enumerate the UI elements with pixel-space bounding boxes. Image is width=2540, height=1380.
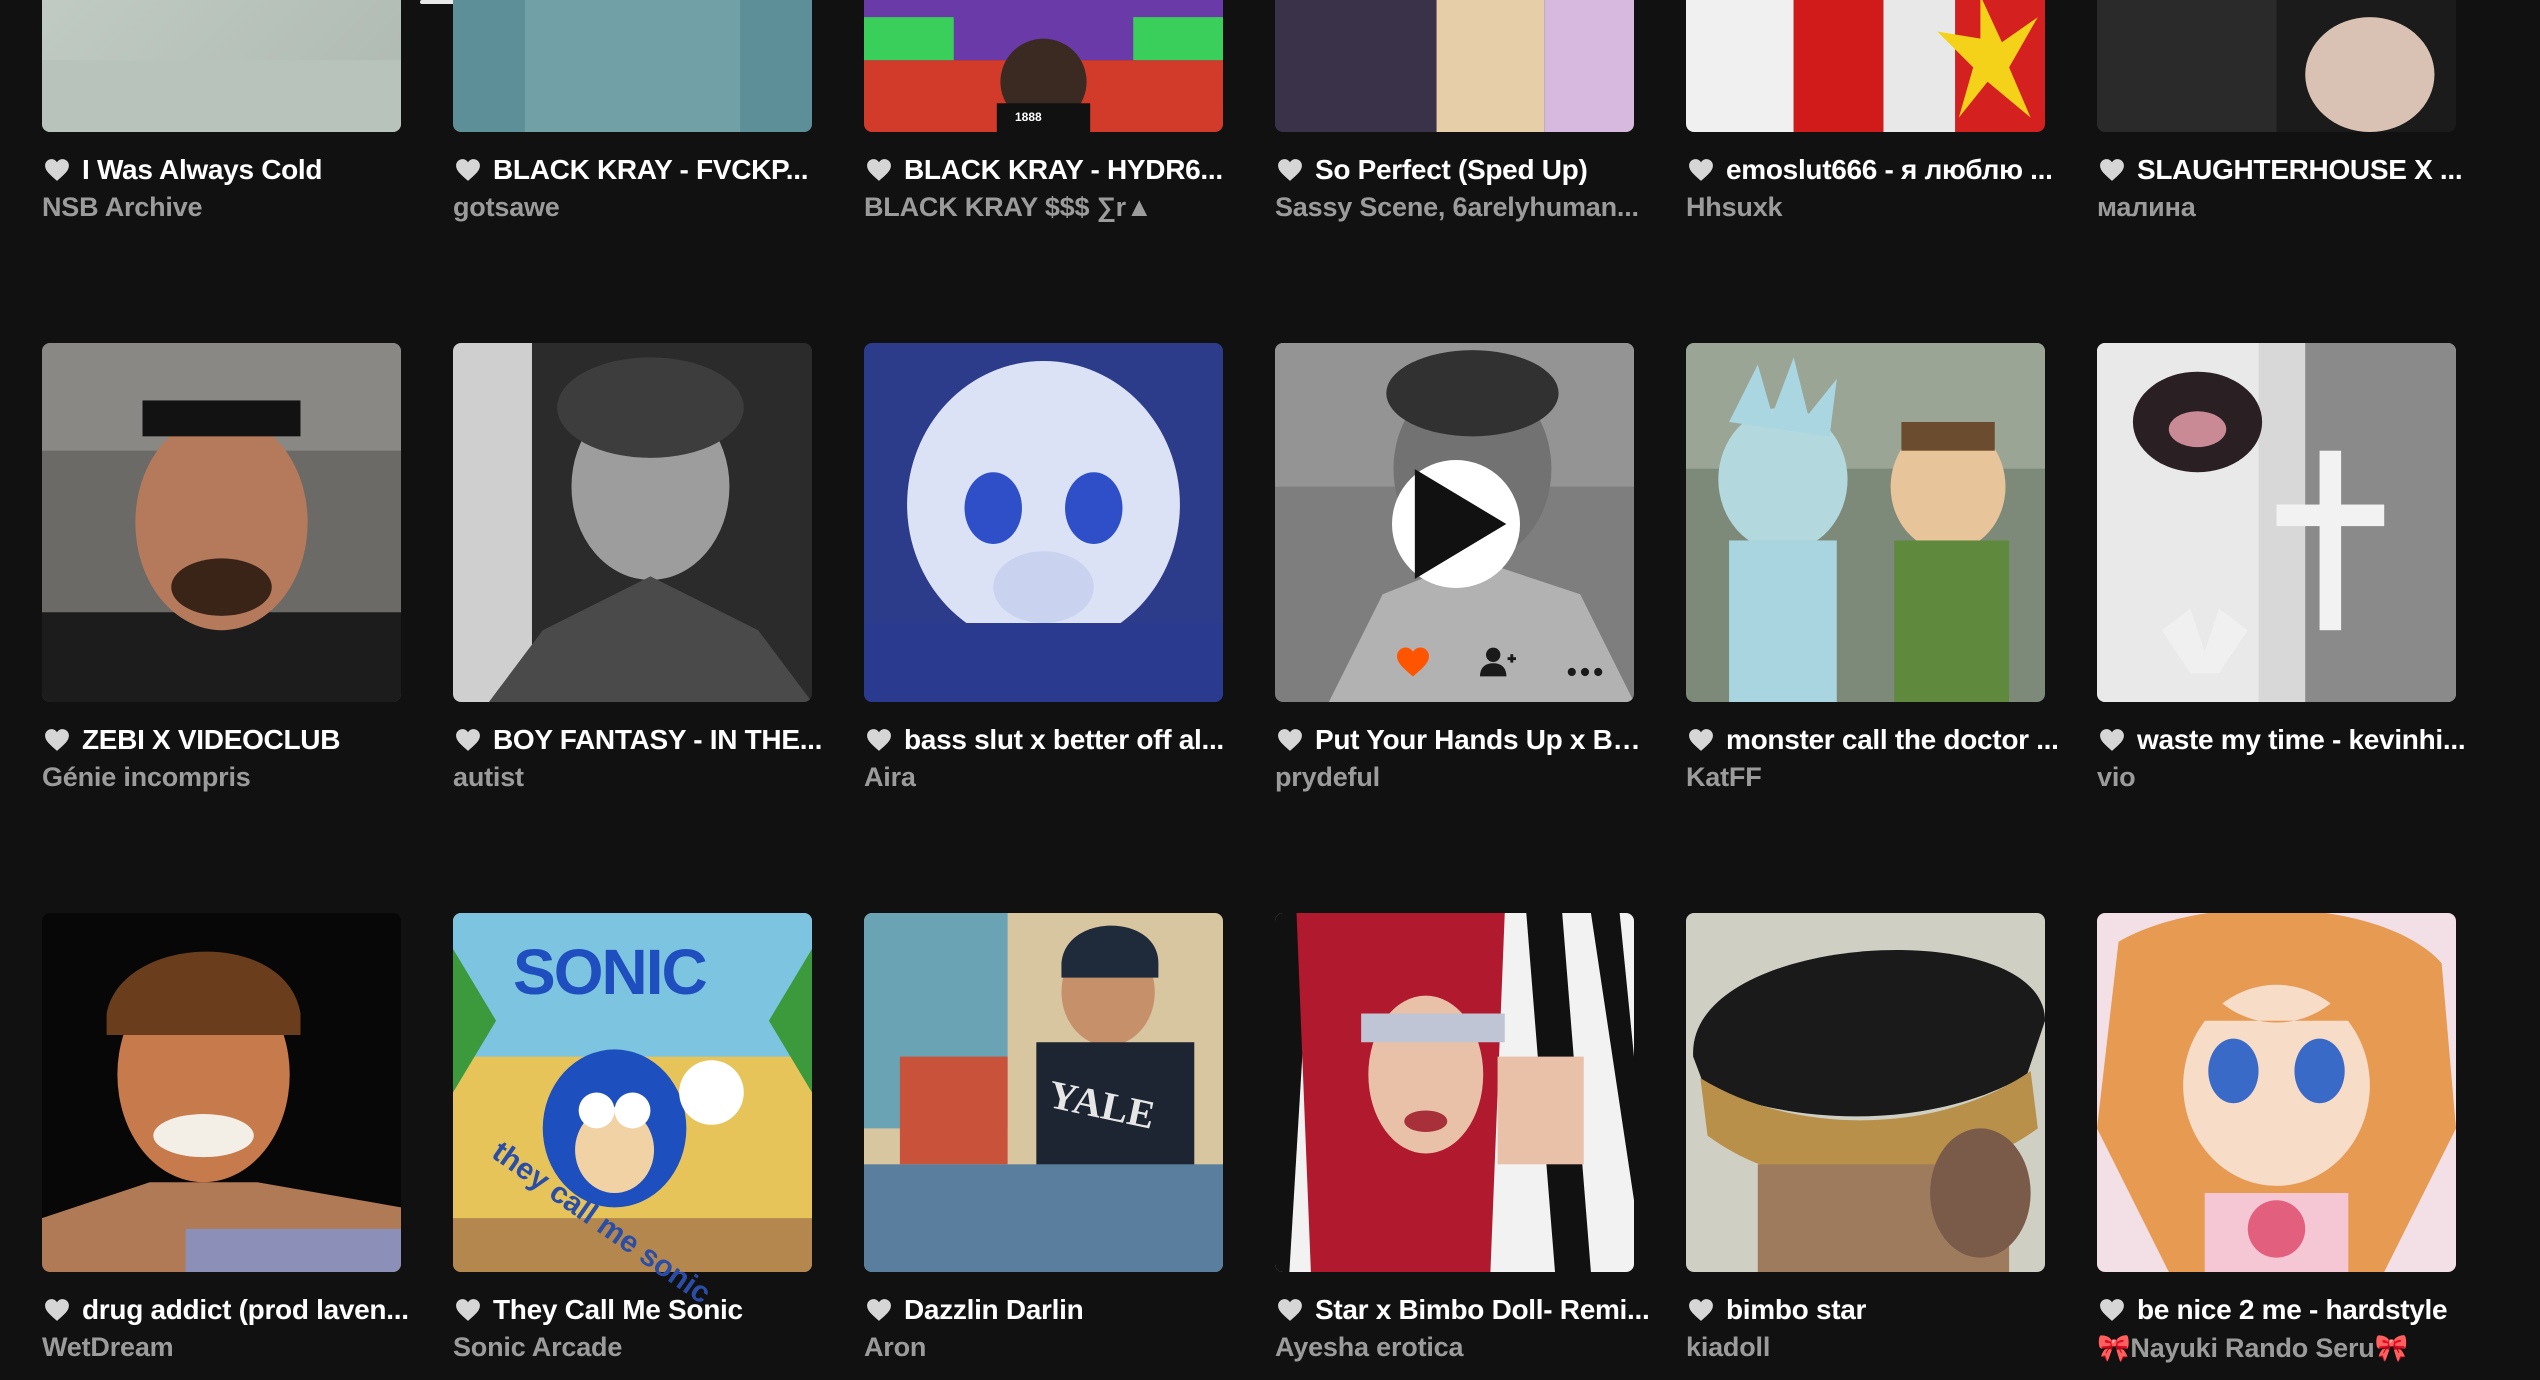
track-artwork[interactable]: [2097, 0, 2456, 132]
track-title[interactable]: be nice 2 me - hardstyle: [2137, 1294, 2447, 1326]
heart-icon[interactable]: [44, 728, 70, 752]
track-artist[interactable]: Sonic Arcade: [453, 1332, 818, 1363]
track-title[interactable]: drug addict (prod laven...: [82, 1294, 409, 1326]
track-artwork[interactable]: [864, 913, 1223, 1272]
track-title[interactable]: bass slut x better off al...: [904, 724, 1224, 756]
heart-icon[interactable]: [2099, 158, 2125, 182]
track-title[interactable]: SLAUGHTERHOUSE X ...: [2137, 154, 2462, 186]
track-title[interactable]: BLACK KRAY - HYDR6...: [904, 154, 1223, 186]
heart-icon[interactable]: [455, 158, 481, 182]
track-artwork[interactable]: [453, 0, 812, 132]
track-artwork[interactable]: [2097, 913, 2456, 1272]
track-title[interactable]: BLACK KRAY - FVCKP...: [493, 154, 808, 186]
heart-icon[interactable]: [455, 1298, 481, 1322]
heart-icon[interactable]: [1277, 158, 1303, 182]
heart-icon[interactable]: [44, 1298, 70, 1322]
track-artist[interactable]: малина: [2097, 192, 2462, 223]
track-title[interactable]: emoslut666 - я люблю ...: [1726, 154, 2053, 186]
track-title[interactable]: Put Your Hands Up x Be...: [1315, 724, 1650, 756]
track-title[interactable]: Star x Bimbo Doll- Remi...: [1315, 1294, 1649, 1326]
heart-icon[interactable]: [1688, 1298, 1714, 1322]
track-artwork[interactable]: [453, 343, 812, 702]
play-icon: [1414, 469, 1507, 579]
track-title[interactable]: So Perfect (Sped Up): [1315, 154, 1587, 186]
heart-filled-icon[interactable]: [1395, 646, 1431, 678]
heart-icon[interactable]: [1688, 158, 1714, 182]
heart-icon[interactable]: [455, 728, 481, 752]
track-artist[interactable]: Aron: [864, 1332, 1229, 1363]
track-artist[interactable]: WetDream: [42, 1332, 407, 1363]
track-artist[interactable]: Sassy Scene, 6arelyhuman...: [1275, 192, 1640, 223]
track-title[interactable]: monster call the doctor ...: [1726, 724, 2059, 756]
heart-icon[interactable]: [2099, 1298, 2125, 1322]
heart-icon[interactable]: [866, 158, 892, 182]
track-artwork[interactable]: [864, 0, 1223, 132]
track-artist[interactable]: Ayesha erotica: [1275, 1332, 1640, 1363]
track-title[interactable]: bimbo star: [1726, 1294, 1866, 1326]
artwork-caption: 1888: [1015, 110, 1042, 124]
heart-icon[interactable]: [866, 728, 892, 752]
artwork-title-text: SONIC: [513, 936, 708, 1008]
heart-icon[interactable]: [1277, 728, 1303, 752]
track-title[interactable]: Dazzlin Darlin: [904, 1294, 1083, 1326]
track-artwork[interactable]: [1275, 913, 1634, 1272]
heart-icon[interactable]: [1277, 1298, 1303, 1322]
track-artist[interactable]: 🎀Nayuki Rando Seru🎀: [2097, 1332, 2462, 1364]
heart-icon[interactable]: [1688, 728, 1714, 752]
track-artwork[interactable]: [1686, 913, 2045, 1272]
heart-icon[interactable]: [2099, 728, 2125, 752]
track-artwork[interactable]: [42, 0, 401, 132]
track-artist[interactable]: Hhsuxk: [1686, 192, 2051, 223]
track-title[interactable]: waste my time - kevinhi...: [2137, 724, 2465, 756]
track-title[interactable]: BOY FANTASY - IN THE...: [493, 724, 822, 756]
track-artwork[interactable]: [864, 343, 1223, 702]
track-hover-actions: [1275, 642, 1634, 682]
track-artist[interactable]: kiadoll: [1686, 1332, 2051, 1363]
track-title[interactable]: I Was Always Cold: [82, 154, 322, 186]
heart-icon[interactable]: [866, 1298, 892, 1322]
track-title[interactable]: ZEBI X VIDEOCLUB: [82, 724, 340, 756]
track-title[interactable]: They Call Me Sonic: [493, 1294, 743, 1326]
more-options-icon[interactable]: [1567, 646, 1603, 678]
track-artwork[interactable]: [1275, 343, 1634, 702]
track-artwork[interactable]: [1275, 0, 1634, 132]
track-artist[interactable]: vio: [2097, 762, 2462, 793]
track-artist[interactable]: KatFF: [1686, 762, 2051, 793]
track-artwork[interactable]: [42, 913, 401, 1272]
track-artist[interactable]: Aira: [864, 762, 1229, 793]
track-artwork[interactable]: [42, 343, 401, 702]
track-grid: I Was Always Cold NSB Archive BLACK KRAY…: [0, 0, 2540, 1380]
track-artwork[interactable]: [1686, 0, 2045, 132]
track-artist[interactable]: NSB Archive: [42, 192, 407, 223]
track-artwork[interactable]: [2097, 343, 2456, 702]
play-button[interactable]: [1392, 460, 1520, 588]
track-artwork[interactable]: [1686, 343, 2045, 702]
track-artist[interactable]: autist: [453, 762, 818, 793]
track-artist[interactable]: gotsawe: [453, 192, 818, 223]
track-artist[interactable]: Génie incompris: [42, 762, 407, 793]
follow-user-icon[interactable]: [1480, 646, 1516, 678]
track-artist[interactable]: prydeful: [1275, 762, 1640, 793]
track-artist[interactable]: BLACK KRAY $$$ ∑r▲: [864, 192, 1229, 223]
heart-icon[interactable]: [44, 158, 70, 182]
